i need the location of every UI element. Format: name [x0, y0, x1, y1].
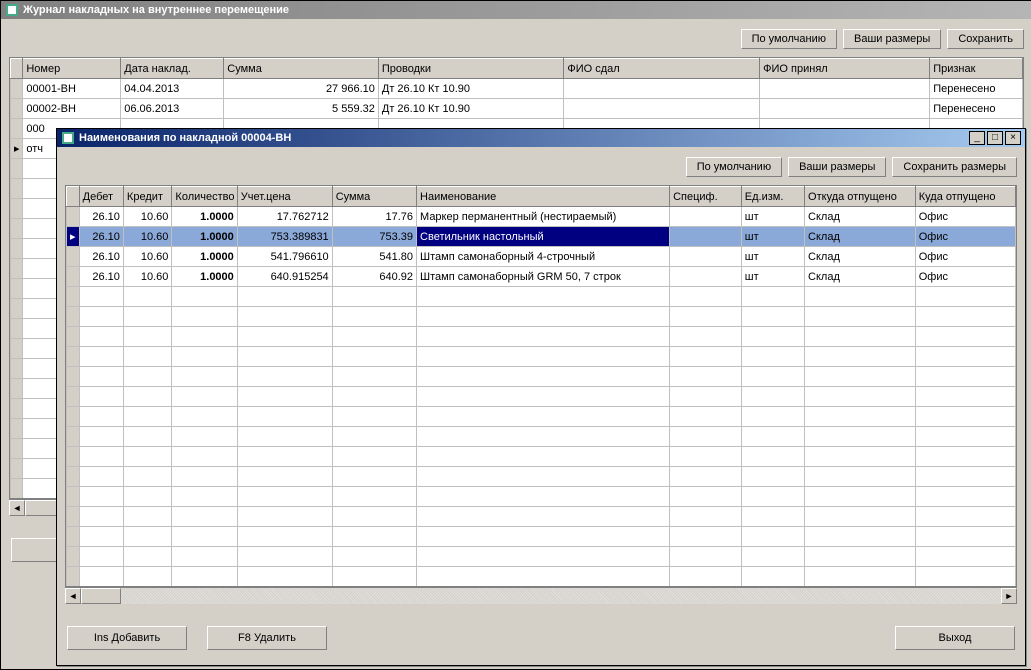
- table-row[interactable]: 26.1010.601.000017.76271217.76Маркер пер…: [67, 207, 1016, 227]
- table-row[interactable]: [67, 567, 1016, 587]
- table-row[interactable]: [67, 547, 1016, 567]
- your-sizes-button[interactable]: Ваши размеры: [788, 157, 886, 177]
- minimize-button[interactable]: _: [969, 131, 985, 145]
- table-row[interactable]: [67, 327, 1016, 347]
- scroll-right-icon[interactable]: ►: [1001, 588, 1017, 604]
- sub-hscroll[interactable]: ◄ ►: [65, 587, 1017, 604]
- column-header[interactable]: Специф.: [670, 187, 742, 207]
- table-row[interactable]: [67, 487, 1016, 507]
- scroll-thumb[interactable]: [81, 588, 121, 604]
- table-row[interactable]: 00002-ВН06.06.20135 559.32Дт 26.10 Кт 10…: [11, 99, 1023, 119]
- column-header[interactable]: ФИО принял: [760, 59, 930, 79]
- table-row[interactable]: [67, 467, 1016, 487]
- column-header[interactable]: Сумма: [224, 59, 379, 79]
- table-row[interactable]: 00001-ВН04.04.201327 966.10Дт 26.10 Кт 1…: [11, 79, 1023, 99]
- defaults-button[interactable]: По умолчанию: [686, 157, 782, 177]
- maximize-button[interactable]: □: [987, 131, 1003, 145]
- table-row[interactable]: [67, 367, 1016, 387]
- column-header[interactable]: Ед.изм.: [741, 187, 804, 207]
- column-header[interactable]: Наименование: [417, 187, 670, 207]
- scroll-left-icon[interactable]: ◄: [9, 500, 25, 516]
- column-header[interactable]: Номер: [23, 59, 121, 79]
- save-sizes-button[interactable]: Сохранить: [947, 29, 1024, 49]
- table-row[interactable]: 26.1010.601.0000640.915254640.92Штамп са…: [67, 267, 1016, 287]
- app-icon: [5, 3, 19, 17]
- column-header[interactable]: Дебет: [79, 187, 123, 207]
- column-header[interactable]: Количество: [172, 187, 237, 207]
- table-row[interactable]: 26.1010.601.0000541.796610541.80Штамп са…: [67, 247, 1016, 267]
- sub-grid[interactable]: ДебетКредитКоличествоУчет.ценаСуммаНаиме…: [65, 185, 1017, 587]
- column-header[interactable]: Дата наклад.: [121, 59, 224, 79]
- table-row[interactable]: [67, 427, 1016, 447]
- table-row[interactable]: [67, 307, 1016, 327]
- sub-titlebar[interactable]: Наименования по накладной 00004-ВН _ □ ×: [57, 129, 1025, 147]
- main-title: Журнал накладных на внутреннее перемещен…: [23, 1, 1028, 19]
- sub-toolbar: По умолчанию Ваши размеры Сохранить разм…: [57, 147, 1025, 185]
- table-row[interactable]: [67, 407, 1016, 427]
- sub-window: Наименования по накладной 00004-ВН _ □ ×…: [56, 128, 1026, 666]
- table-row[interactable]: [67, 347, 1016, 367]
- column-header[interactable]: Проводки: [378, 59, 563, 79]
- table-row[interactable]: ▸26.1010.601.0000753.389831753.39Светиль…: [67, 227, 1016, 247]
- column-header[interactable]: Признак: [930, 59, 1023, 79]
- column-header[interactable]: Кредит: [123, 187, 172, 207]
- table-row[interactable]: [67, 527, 1016, 547]
- table-row[interactable]: [67, 507, 1016, 527]
- table-row[interactable]: [67, 387, 1016, 407]
- sub-footer: Ins Добавить F8 Удалить Выход: [57, 614, 1025, 662]
- scroll-left-icon[interactable]: ◄: [65, 588, 81, 604]
- exit-button[interactable]: Выход: [895, 626, 1015, 650]
- main-toolbar: По умолчанию Ваши размеры Сохранить: [1, 19, 1031, 57]
- close-button[interactable]: ×: [1005, 131, 1021, 145]
- table-row[interactable]: [67, 287, 1016, 307]
- your-sizes-button[interactable]: Ваши размеры: [843, 29, 941, 49]
- sub-title: Наименования по накладной 00004-ВН: [79, 129, 969, 147]
- ins-add-button[interactable]: Ins Добавить: [67, 626, 187, 650]
- column-header[interactable]: ФИО сдал: [564, 59, 760, 79]
- defaults-button[interactable]: По умолчанию: [741, 29, 837, 49]
- app-icon: [61, 131, 75, 145]
- f8-delete-button[interactable]: F8 Удалить: [207, 626, 327, 650]
- column-header[interactable]: Учет.цена: [237, 187, 332, 207]
- table-row[interactable]: [67, 447, 1016, 467]
- save-sizes-button[interactable]: Сохранить размеры: [892, 157, 1017, 177]
- column-header[interactable]: Откуда отпущено: [805, 187, 916, 207]
- column-header[interactable]: Куда отпущено: [915, 187, 1015, 207]
- main-titlebar[interactable]: Журнал накладных на внутреннее перемещен…: [1, 1, 1031, 19]
- column-header[interactable]: Сумма: [332, 187, 416, 207]
